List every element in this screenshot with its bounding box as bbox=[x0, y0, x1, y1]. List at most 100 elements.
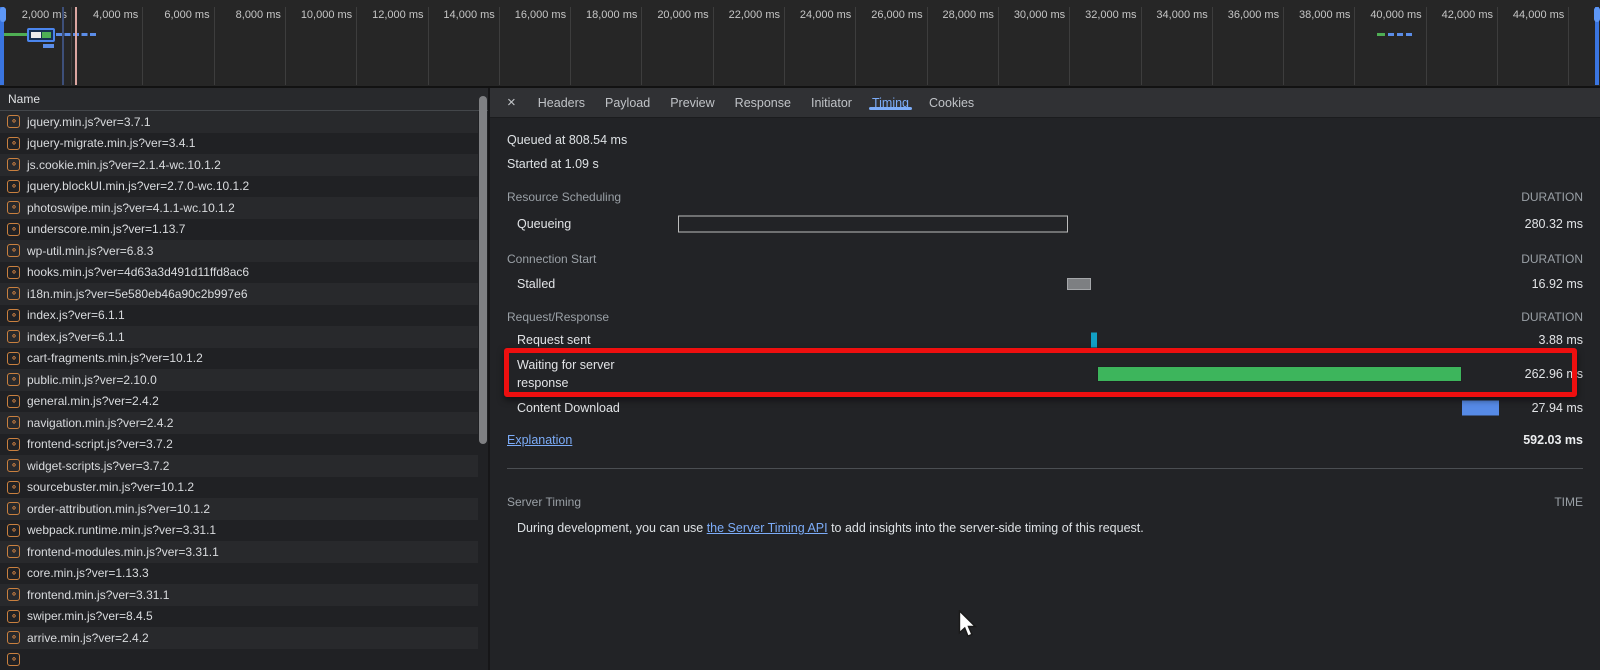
timeline-ruler[interactable]: 2,000 ms4,000 ms6,000 ms8,000 ms10,000 m… bbox=[0, 0, 1600, 88]
server-timing-text-after: to add insights into the server-side tim… bbox=[828, 521, 1144, 535]
request-row[interactable]: ‹›i18n.min.js?ver=5e580eb46a90c2b997e6 bbox=[0, 283, 478, 305]
script-file-icon: ‹› bbox=[7, 373, 20, 386]
domcontentloaded-line bbox=[62, 7, 64, 85]
request-name: frontend-script.js?ver=3.7.2 bbox=[27, 437, 173, 451]
request-row[interactable]: ‹›jquery.blockUI.min.js?ver=2.7.0-wc.10.… bbox=[0, 176, 478, 198]
request-name: index.js?ver=6.1.1 bbox=[27, 330, 125, 344]
script-file-icon: ‹› bbox=[7, 352, 20, 365]
tab-cookies[interactable]: Cookies bbox=[919, 96, 984, 110]
script-file-icon: ‹› bbox=[7, 588, 20, 601]
request-name: hooks.min.js?ver=4d63a3d491d11ffd8ac6 bbox=[27, 265, 249, 279]
tab-preview[interactable]: Preview bbox=[660, 96, 724, 110]
request-name: swiper.min.js?ver=8.4.5 bbox=[27, 609, 153, 623]
ruler-divider bbox=[1568, 7, 1569, 85]
request-name: webpack.runtime.min.js?ver=3.31.1 bbox=[27, 523, 216, 537]
timing-section-title: Request/Response bbox=[507, 310, 609, 324]
tab-label: Headers bbox=[538, 96, 585, 110]
explanation-row: Explanation 592.03 ms bbox=[507, 430, 1583, 450]
duration-column-header: DURATION bbox=[1521, 252, 1583, 266]
vertical-scrollbar[interactable] bbox=[479, 96, 487, 444]
ruler-tick-label: 44,000 ms bbox=[1474, 9, 1564, 21]
request-row[interactable]: ‹›core.min.js?ver=1.13.3 bbox=[0, 563, 478, 585]
request-name: widget-scripts.js?ver=3.7.2 bbox=[27, 459, 169, 473]
request-row[interactable]: ‹› order-attribution.min.js?ver=10.1.2 bbox=[0, 498, 478, 520]
script-file-icon: ‹› bbox=[7, 416, 20, 429]
script-file-icon: ‹› bbox=[7, 244, 20, 257]
request-row[interactable]: ‹›index.js?ver=6.1.1 bbox=[0, 305, 478, 327]
script-file-icon: ‹› bbox=[7, 610, 20, 623]
total-duration: 592.03 ms bbox=[1523, 433, 1583, 447]
timing-section-header: Request/ResponseDURATION bbox=[507, 308, 1583, 326]
timing-row-label: Request sent bbox=[517, 331, 657, 349]
timing-section-title: Resource Scheduling bbox=[507, 190, 621, 204]
request-name: frontend-modules.min.js?ver=3.31.1 bbox=[27, 545, 219, 559]
tab-response[interactable]: Response bbox=[725, 96, 801, 110]
explanation-link[interactable]: Explanation bbox=[507, 433, 572, 447]
request-row[interactable]: ‹›js.cookie.min.js?ver=2.1.4-wc.10.1.2 bbox=[0, 154, 478, 176]
tab-label: Initiator bbox=[811, 96, 852, 110]
server-timing-text-before: During development, you can use bbox=[517, 521, 707, 535]
stalled-bar bbox=[1067, 278, 1091, 290]
request-row[interactable]: ‹›wp-util.min.js?ver=6.8.3 bbox=[0, 240, 478, 262]
server-timing-api-link[interactable]: the Server Timing API bbox=[707, 521, 828, 535]
request-row[interactable]: ‹› widget-scripts.js?ver=3.7.2 bbox=[0, 455, 478, 477]
script-file-icon: ‹› bbox=[7, 653, 20, 666]
timing-row-label: Stalled bbox=[517, 275, 657, 293]
timing-row-duration: 27.94 ms bbox=[1532, 401, 1583, 415]
script-file-icon: ‹› bbox=[7, 395, 20, 408]
request-name: underscore.min.js?ver=1.13.7 bbox=[27, 222, 185, 236]
request-name: general.min.js?ver=2.4.2 bbox=[27, 394, 159, 408]
timing-row-label: Waiting for server response bbox=[517, 356, 657, 392]
tab-label: Payload bbox=[605, 96, 650, 110]
active-tab-underline bbox=[869, 107, 912, 110]
tab-label: Preview bbox=[670, 96, 714, 110]
script-file-icon: ‹› bbox=[7, 287, 20, 300]
queueing-bar bbox=[678, 216, 1068, 233]
timing-section-header: Connection Start DURATION bbox=[507, 250, 1583, 268]
timing-row: Request sent3.88 ms bbox=[507, 328, 1583, 352]
request-sent-bar bbox=[1091, 333, 1097, 348]
request-row[interactable]: ‹› swiper.min.js?ver=8.4.5 bbox=[0, 606, 478, 628]
request-row[interactable]: ‹› bbox=[0, 649, 478, 670]
request-row[interactable]: ‹›jquery-migrate.min.js?ver=3.4.1 bbox=[0, 133, 478, 155]
load-event-line bbox=[75, 7, 77, 85]
name-column-header[interactable]: Name bbox=[0, 88, 488, 111]
request-name: order-attribution.min.js?ver=10.1.2 bbox=[27, 502, 210, 516]
request-name: js.cookie.min.js?ver=2.1.4-wc.10.1.2 bbox=[27, 158, 221, 172]
request-row[interactable]: ‹›navigation.min.js?ver=2.4.2 bbox=[0, 412, 478, 434]
timing-tab-content: Queued at 808.54 ms Started at 1.09 s Re… bbox=[490, 130, 1600, 537]
tab-payload[interactable]: Payload bbox=[595, 96, 660, 110]
request-row[interactable]: ‹› frontend-script.js?ver=3.7.2 bbox=[0, 434, 478, 456]
script-file-icon: ‹› bbox=[7, 567, 20, 580]
request-row[interactable]: ‹›underscore.min.js?ver=1.13.7 bbox=[0, 219, 478, 241]
timing-section-title: Connection Start bbox=[507, 252, 596, 266]
started-at-text: Started at 1.09 s bbox=[507, 154, 1583, 174]
request-name: jquery.blockUI.min.js?ver=2.7.0-wc.10.1.… bbox=[27, 179, 249, 193]
close-icon[interactable]: × bbox=[507, 94, 516, 111]
script-file-icon: ‹› bbox=[7, 631, 20, 644]
request-row[interactable]: ‹›cart-fragments.min.js?ver=10.1.2 bbox=[0, 348, 478, 370]
waterfall-green-line bbox=[0, 33, 28, 36]
script-file-icon: ‹› bbox=[7, 459, 20, 472]
request-row[interactable]: ‹›frontend.min.js?ver=3.31.1 bbox=[0, 584, 478, 606]
request-row[interactable]: ‹›webpack.runtime.min.js?ver=3.31.1 bbox=[0, 520, 478, 542]
request-row[interactable]: ‹›arrive.min.js?ver=2.4.2 bbox=[0, 627, 478, 649]
request-name: public.min.js?ver=2.10.0 bbox=[27, 373, 157, 387]
tab-initiator[interactable]: Initiator bbox=[801, 96, 862, 110]
request-row[interactable]: ‹›photoswipe.min.js?ver=4.1.1-wc.10.1.2 bbox=[0, 197, 478, 219]
request-row[interactable]: ‹› general.min.js?ver=2.4.2 bbox=[0, 391, 478, 413]
tab-timing[interactable]: Timing bbox=[862, 96, 919, 110]
request-row[interactable]: ‹›sourcebuster.min.js?ver=10.1.2 bbox=[0, 477, 478, 499]
request-row[interactable]: ‹›jquery.min.js?ver=3.7.1 bbox=[0, 111, 478, 133]
request-row[interactable]: ‹›index.js?ver=6.1.1 bbox=[0, 326, 478, 348]
request-row[interactable]: ‹›hooks.min.js?ver=4d63a3d491d11ffd8ac6 bbox=[0, 262, 478, 284]
waterfall-late-dashed-line bbox=[1388, 33, 1412, 36]
request-row[interactable]: ‹› frontend-modules.min.js?ver=3.31.1 bbox=[0, 541, 478, 563]
tab-headers[interactable]: Headers bbox=[528, 96, 595, 110]
script-file-icon: ‹› bbox=[7, 438, 20, 451]
timing-row-duration: 262.96 ms bbox=[1525, 367, 1583, 381]
script-file-icon: ‹› bbox=[7, 502, 20, 515]
request-row[interactable]: ‹› public.min.js?ver=2.10.0 bbox=[0, 369, 478, 391]
script-file-icon: ‹› bbox=[7, 545, 20, 558]
script-file-icon: ‹› bbox=[7, 201, 20, 214]
